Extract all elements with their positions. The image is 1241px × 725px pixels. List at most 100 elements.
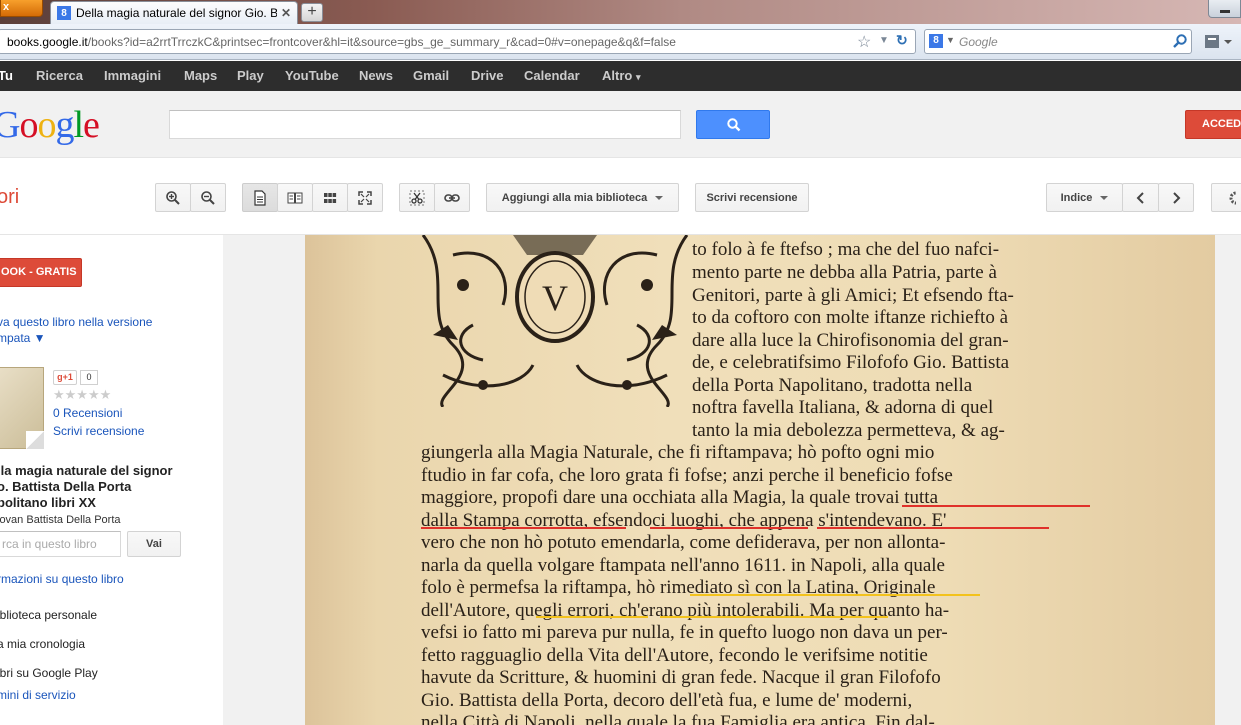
two-page-view-button[interactable]	[277, 183, 313, 212]
book-page-scan: V to folo à fe ftefso ; ma che del fuo n…	[305, 235, 1215, 725]
bookmarks-menu-icon[interactable]	[1202, 30, 1234, 54]
yellow-underline	[536, 616, 648, 618]
search-button[interactable]	[696, 110, 770, 139]
close-tab-icon[interactable]: ✕	[281, 6, 291, 20]
reviews-count-link[interactable]: 0 Recensioni	[53, 406, 122, 420]
red-underline	[817, 527, 1049, 529]
url-dropdown-icon[interactable]: ▼	[879, 35, 889, 46]
page-line: dalla Stampa corrotta, efsendoci luoghi,…	[421, 510, 947, 531]
page-line: nella Città di Napoli, nella quale la fu…	[421, 712, 935, 725]
viewer-scroll-margin	[1215, 345, 1241, 725]
bookmark-star-icon[interactable]: ☆	[857, 32, 871, 52]
gbar-item-play[interactable]: Play	[237, 68, 264, 83]
fullscreen-button[interactable]	[347, 183, 383, 212]
thumbnail-view-button[interactable]	[312, 183, 348, 212]
chevron-down-icon	[655, 195, 664, 200]
zoom-out-button[interactable]	[190, 183, 226, 212]
chevron-right-icon	[1173, 191, 1181, 204]
browser-tab-active[interactable]: 8 Della magia naturale del signor Gio. B…	[50, 1, 298, 24]
gbar-item-search[interactable]: Ricerca	[36, 68, 83, 83]
page-line: mento parte ne debba alla Patria, parte …	[692, 262, 997, 283]
sign-in-button[interactable]: ACCEDI	[1185, 110, 1241, 139]
google-favicon-icon: 8	[57, 6, 71, 20]
go-button[interactable]: Vai	[127, 531, 181, 557]
page-line: della Porta Napolitano, tradotta nella	[692, 375, 973, 396]
minimize-window-button[interactable]	[1208, 0, 1241, 18]
link-icon	[444, 193, 460, 202]
gbar-item-images[interactable]: Immagini	[104, 68, 161, 83]
zoom-out-icon	[201, 190, 215, 205]
browser-search-placeholder: Google	[959, 35, 998, 49]
red-underline	[421, 527, 626, 529]
next-page-button[interactable]	[1158, 183, 1194, 212]
gbar-item-news[interactable]: News	[359, 68, 393, 83]
gbar-item-calendar[interactable]: Calendar	[524, 68, 580, 83]
clip-button[interactable]	[399, 183, 435, 212]
browser-search-box[interactable]: 8 ▼ Google	[924, 29, 1192, 54]
link-button[interactable]	[434, 183, 470, 212]
page-line: vero che non hò potuto emendarla, come d…	[421, 532, 946, 553]
browser-tab-strip: x 8 Della magia naturale del signor Gio.…	[0, 0, 1241, 24]
gbar-item-drive[interactable]: Drive	[471, 68, 504, 83]
settings-button[interactable]	[1211, 183, 1241, 212]
book-viewer[interactable]: V to folo à fe ftefso ; ma che del fuo n…	[223, 235, 1241, 725]
google-header: Google ACCEDI	[0, 91, 1241, 158]
books-search-input[interactable]	[169, 110, 681, 139]
firefox-menu-button[interactable]: x	[0, 0, 43, 17]
gbar-item-more[interactable]: Altro ▾	[602, 68, 641, 83]
book-author: iovan Battista Della Porta	[0, 514, 121, 526]
book-info-sidebar: OOK - GRATIS va questo libro nella versi…	[0, 235, 223, 725]
previous-page-button[interactable]	[1122, 183, 1159, 212]
initial-letter: V	[542, 278, 568, 318]
book-info-link[interactable]: rmazioni su questo libro	[0, 572, 124, 586]
book-title: lla magia naturale del signor o. Battist…	[0, 463, 173, 510]
address-bar[interactable]: books.google.it/books?id=a2rrtTrrczkC&pr…	[0, 29, 916, 54]
page-line: to da coftoro con molte iftanze richieft…	[692, 307, 1009, 328]
gbar-item-youtube[interactable]: YouTube	[285, 68, 339, 83]
engine-dropdown-icon[interactable]: ▼	[946, 35, 955, 45]
sidebar-item-history[interactable]: a mia cronologia	[0, 637, 85, 651]
new-tab-button[interactable]: +	[301, 3, 323, 22]
print-version-link-line-1[interactable]: va questo libro nella versione	[0, 315, 152, 329]
page-line: havute da Scritture, & huomini di gran f…	[421, 667, 941, 688]
zoom-in-icon	[166, 190, 180, 205]
search-icon	[727, 118, 741, 132]
two-page-icon	[287, 192, 303, 203]
page-line: Genitori, parte à gli Amici; Et efsendo …	[692, 285, 1014, 306]
google-logo[interactable]: Google	[0, 103, 100, 147]
write-review-button[interactable]: Scrivi recensione	[695, 183, 809, 212]
google-nav-bar: Tu Ricerca Immagini Maps Play YouTube Ne…	[0, 61, 1241, 91]
red-underline	[902, 505, 1090, 507]
page-line: fetto ragguaglio della Vita dell'Autore,…	[421, 645, 928, 666]
add-to-library-button[interactable]: Aggiungi alla mia biblioteca	[486, 183, 679, 212]
url-text: books.google.it/books?id=a2rrtTrrczkC&pr…	[7, 35, 676, 49]
terms-of-service-link[interactable]: mini di servizio	[0, 688, 76, 702]
search-in-book-input[interactable]: rca in questo libro	[0, 531, 121, 557]
sidebar-item-personal-library[interactable]: iblioteca personale	[0, 608, 97, 622]
zoom-in-button[interactable]	[155, 183, 191, 212]
search-engine-icon[interactable]: 8	[929, 34, 943, 48]
page-line: maggiore, propofi dare una occhiata alla…	[421, 487, 939, 508]
reload-icon[interactable]: ↻	[896, 32, 908, 49]
single-page-view-button[interactable]	[242, 183, 278, 212]
gbar-item-you[interactable]: Tu	[0, 68, 13, 83]
write-review-link[interactable]: Scrivi recensione	[53, 424, 144, 438]
sidebar-item-google-play[interactable]: ibri su Google Play	[0, 666, 98, 680]
get-ebook-free-button[interactable]: OOK - GRATIS	[0, 258, 82, 287]
index-dropdown-button[interactable]: Indice	[1046, 183, 1123, 212]
page-line: vefsi io fatto mi pareva pur nulla, fe i…	[421, 622, 948, 643]
page-line: tanto la mia debolezza permetteva, & ag-	[692, 420, 1005, 441]
search-icon[interactable]	[1172, 33, 1188, 49]
plus-one-count: 0	[80, 370, 98, 385]
gbar-item-maps[interactable]: Maps	[184, 68, 217, 83]
print-version-link-line-2[interactable]: mpata ▼	[0, 331, 46, 345]
chevron-left-icon	[1136, 191, 1144, 204]
page-line: giungerla alla Magia Naturale, che fi ri…	[421, 442, 935, 463]
page-line: ftudio in far cofa, che loro grata fi fo…	[421, 465, 953, 486]
gbar-item-gmail[interactable]: Gmail	[413, 68, 449, 83]
google-plus-one-button[interactable]: g+1	[53, 370, 77, 385]
book-cover-thumbnail[interactable]	[0, 367, 44, 449]
page-line: dell'Autore, quegli errori, ch'erano più…	[421, 600, 950, 621]
rating-stars: ★★★★★	[53, 387, 112, 402]
page-line: de, e celebratifsimo Filofofo Gio. Batti…	[692, 352, 1010, 373]
